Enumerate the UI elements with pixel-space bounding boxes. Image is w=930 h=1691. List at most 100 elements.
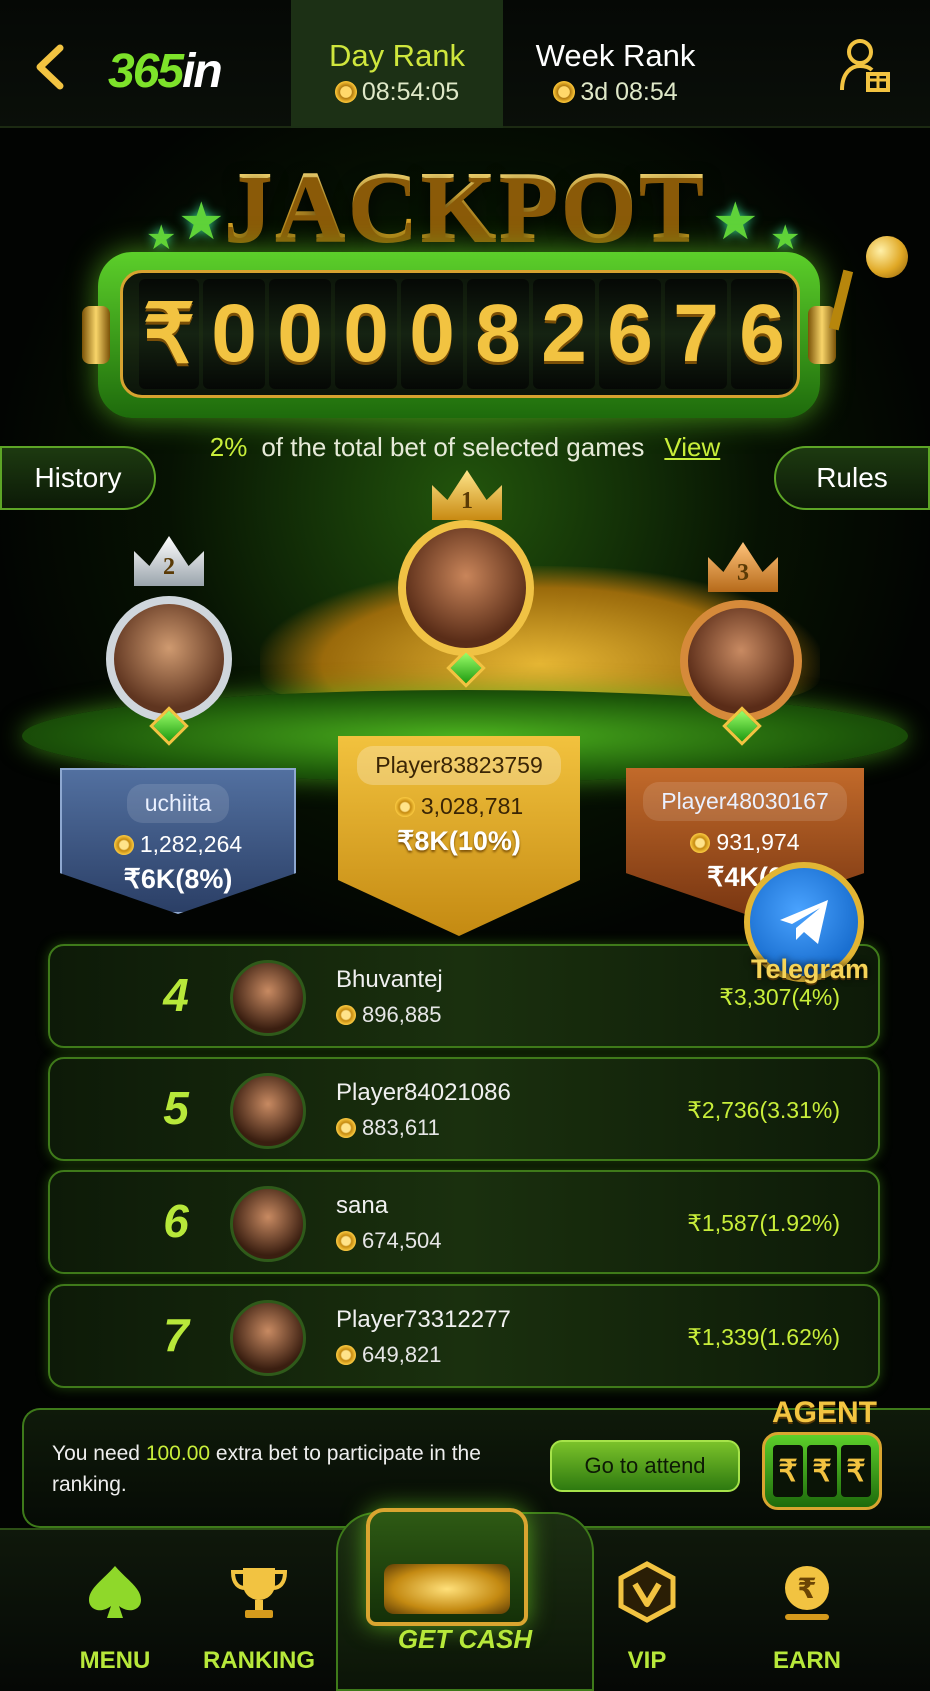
rupee-coin-icon: ₹	[785, 1566, 829, 1620]
score-value: 3,028,781	[420, 793, 524, 819]
tab-week-rank[interactable]: Week Rank 3d 08:54	[503, 0, 728, 128]
app-logo: 365in	[108, 44, 223, 99]
jackpot-digit: 0	[335, 279, 397, 389]
score-value: 896,885	[362, 1002, 442, 1027]
player-score: 649,821	[336, 1342, 442, 1368]
tab-day-rank[interactable]: Day Rank 08:54:05	[291, 0, 503, 128]
coin-icon	[336, 1345, 356, 1365]
lever-ball	[866, 236, 908, 278]
logo-suffix: in	[182, 45, 223, 98]
agent-title[interactable]: AGENT	[772, 1396, 877, 1430]
nav-earn[interactable]: ₹ EARN	[742, 1560, 872, 1675]
player-name: Player48030167	[643, 782, 847, 821]
jackpot-digit: 8	[467, 279, 529, 389]
avatar	[230, 1073, 306, 1149]
nav-ranking[interactable]: RANKING	[194, 1560, 324, 1675]
jackpot-digit: 6	[599, 279, 661, 389]
nav-label: MENU	[79, 1647, 151, 1674]
player-score: 1,282,264	[62, 831, 294, 858]
timer-value: 3d 08:54	[580, 78, 678, 106]
jackpot-digits: ₹ 0 0 0 0 8 2 6 7 6	[126, 270, 806, 398]
rank-number: 5	[163, 1082, 189, 1134]
telegram-icon	[780, 900, 828, 944]
coin-icon	[394, 797, 415, 817]
history-button[interactable]: History	[0, 446, 156, 510]
player-prize: ₹1,339(1.62%)	[687, 1324, 840, 1350]
ranking-row[interactable]: 7 Player73312277 649,821 ₹1,339(1.62%)	[48, 1284, 880, 1388]
coin-icon	[113, 835, 134, 855]
jackpot-digit: 0	[269, 279, 331, 389]
nav-label: EARN	[772, 1647, 841, 1674]
view-link[interactable]: View	[664, 432, 720, 462]
rules-button[interactable]: Rules	[774, 446, 930, 510]
avatar[interactable]	[398, 520, 534, 656]
player-prize: ₹8K(10%)	[397, 826, 521, 856]
ranking-row[interactable]: 5 Player84021086 883,611 ₹2,736(3.31%)	[48, 1057, 880, 1161]
telegram-label: Telegram	[750, 954, 870, 984]
avatar	[230, 1186, 306, 1262]
player-name: Bhuvantej	[336, 966, 443, 993]
coin-icon	[336, 1231, 356, 1251]
timer-value: 08:54:05	[361, 78, 460, 106]
coin-icon	[336, 1005, 356, 1025]
score-value: 883,611	[362, 1115, 440, 1140]
rupee-symbol: ₹	[841, 1445, 871, 1497]
agent-button[interactable]: ₹ ₹ ₹	[762, 1432, 882, 1510]
player-score: 674,504	[336, 1228, 442, 1254]
vip-shield-icon	[618, 1561, 676, 1623]
avatar[interactable]	[680, 600, 802, 722]
get-cash-label[interactable]: GET CASH	[336, 1624, 594, 1655]
coin-icon	[690, 833, 711, 853]
score-value: 1,282,264	[139, 831, 243, 857]
jackpot-title: JACKPOT	[0, 150, 930, 262]
currency-symbol: ₹	[139, 279, 199, 389]
avatar	[230, 1300, 306, 1376]
chevron-left-icon[interactable]	[30, 42, 70, 92]
nav-vip[interactable]: VIP	[582, 1560, 712, 1675]
jackpot-digit: 0	[401, 279, 463, 389]
jackpot-digit: 0	[203, 279, 265, 389]
go-to-attend-button[interactable]: Go to attend	[550, 1440, 740, 1492]
logo-number: 365	[108, 45, 184, 98]
clock-icon	[334, 81, 357, 103]
jackpot-digit: 6	[731, 279, 793, 389]
player-name: Player83823759	[357, 746, 561, 785]
player-name: Player73312277	[336, 1306, 511, 1333]
player-name: uchiita	[126, 784, 230, 823]
player-name: Player84021086	[336, 1079, 511, 1106]
tab-timer: 08:54:05	[291, 78, 503, 107]
nav-label: VIP	[627, 1647, 667, 1674]
rupee-symbol: ₹	[773, 1445, 803, 1497]
jackpot-digit: 2	[533, 279, 595, 389]
player-prize: ₹3,307(4%)	[719, 984, 840, 1010]
avatar[interactable]	[106, 596, 232, 722]
user-gift-icon[interactable]	[838, 36, 892, 94]
rupee-symbol: ₹	[807, 1445, 837, 1497]
tab-label: Week Rank	[535, 38, 696, 73]
jackpot-percent: 2%	[209, 432, 248, 462]
spade-icon	[89, 1566, 141, 1618]
player-score: 931,974	[626, 829, 864, 856]
treasure-chest-icon[interactable]	[366, 1508, 528, 1626]
player-prize: ₹1,587(1.92%)	[687, 1210, 840, 1236]
score-value: 649,821	[362, 1342, 442, 1367]
nav-label: RANKING	[203, 1647, 315, 1674]
notice-text: You need 100.00 extra bet to participate…	[52, 1438, 502, 1500]
player-score: 883,611	[336, 1115, 440, 1141]
player-score: 896,885	[336, 1002, 442, 1028]
tab-label: Day Rank	[328, 38, 466, 73]
coin-icon	[336, 1118, 356, 1138]
required-amount: 100.00	[145, 1442, 211, 1465]
player-score: 3,028,781	[338, 793, 580, 820]
rank-number: 4	[163, 969, 189, 1021]
trophy-icon	[230, 1568, 288, 1618]
nav-menu[interactable]: MENU	[50, 1560, 180, 1675]
ranking-row[interactable]: 6 sana 674,504 ₹1,587(1.92%)	[48, 1170, 880, 1274]
rank-number: 6	[163, 1195, 189, 1247]
score-value: 931,974	[716, 829, 800, 855]
jackpot-description-text: of the total bet of selected games	[261, 432, 645, 462]
clock-icon	[553, 81, 576, 103]
jackpot-digit: 7	[665, 279, 727, 389]
player-prize: ₹2,736(3.31%)	[687, 1097, 840, 1123]
score-value: 674,504	[362, 1228, 442, 1253]
